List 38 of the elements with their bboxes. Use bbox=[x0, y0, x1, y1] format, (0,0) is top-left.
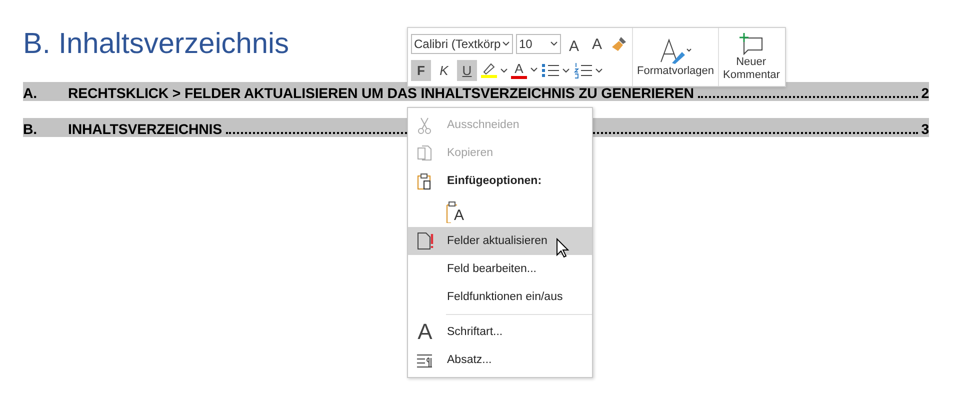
paste-text-only-button[interactable]: A bbox=[446, 197, 464, 223]
font-name-field[interactable]: Calibri (Textkörp bbox=[411, 34, 513, 54]
menu-item[interactable]: A Schriftart... bbox=[408, 318, 592, 346]
paintbrush-icon bbox=[610, 35, 628, 53]
toc-number: B. bbox=[23, 121, 38, 140]
highlighter-icon bbox=[480, 61, 508, 79]
comment-plus-icon bbox=[738, 32, 764, 56]
font-color-button[interactable]: A bbox=[511, 61, 527, 79]
heading: B. Inhaltsverzeichnis bbox=[23, 27, 289, 62]
menu-item[interactable]: Feld bearbeiten... bbox=[408, 255, 592, 283]
toc-number: A. bbox=[23, 85, 38, 104]
toc-title: RECHTSKLICK > FELDER AKTUALISIEREN UM DAS INHALTSVERZEICHNIS ZU GENERIEREN bbox=[68, 85, 695, 104]
toc-title: INHALTSVERZEICHNIS bbox=[68, 121, 224, 140]
styles-icon bbox=[658, 36, 694, 64]
chevron-down-icon bbox=[502, 41, 510, 47]
scissors-icon bbox=[416, 116, 434, 134]
bold-button[interactable]: F bbox=[411, 60, 431, 80]
italic-button[interactable]: K bbox=[434, 60, 454, 80]
chevron-down-icon bbox=[530, 67, 538, 73]
document-exclamation-icon bbox=[416, 232, 434, 250]
menu-item[interactable]: Absatz... bbox=[408, 346, 592, 374]
font-size-field[interactable]: 10 bbox=[516, 34, 561, 54]
bullet-list-icon bbox=[541, 61, 571, 79]
page-number: 3 bbox=[921, 121, 929, 140]
new-comment-button[interactable]: Neuer Kommentar bbox=[719, 28, 784, 86]
page-number: 2 bbox=[921, 85, 929, 104]
underline-button[interactable]: U bbox=[457, 60, 477, 80]
copy-icon bbox=[416, 144, 434, 162]
font-icon: A bbox=[418, 321, 432, 343]
menu-section-label: Einfügeoptionen: bbox=[446, 175, 542, 187]
grow-font-button[interactable]: A bbox=[564, 34, 584, 54]
chevron-down-icon bbox=[550, 41, 558, 47]
shrink-font-button[interactable]: A bbox=[587, 34, 607, 54]
numbered-list-icon bbox=[574, 61, 604, 79]
mouse-pointer-icon bbox=[556, 238, 570, 258]
styles-button[interactable]: Formatvorlagen bbox=[633, 28, 720, 86]
menu-item[interactable]: Felder aktualisieren bbox=[408, 227, 592, 255]
menu-item[interactable]: Feldfunktionen ein/aus bbox=[408, 283, 592, 311]
